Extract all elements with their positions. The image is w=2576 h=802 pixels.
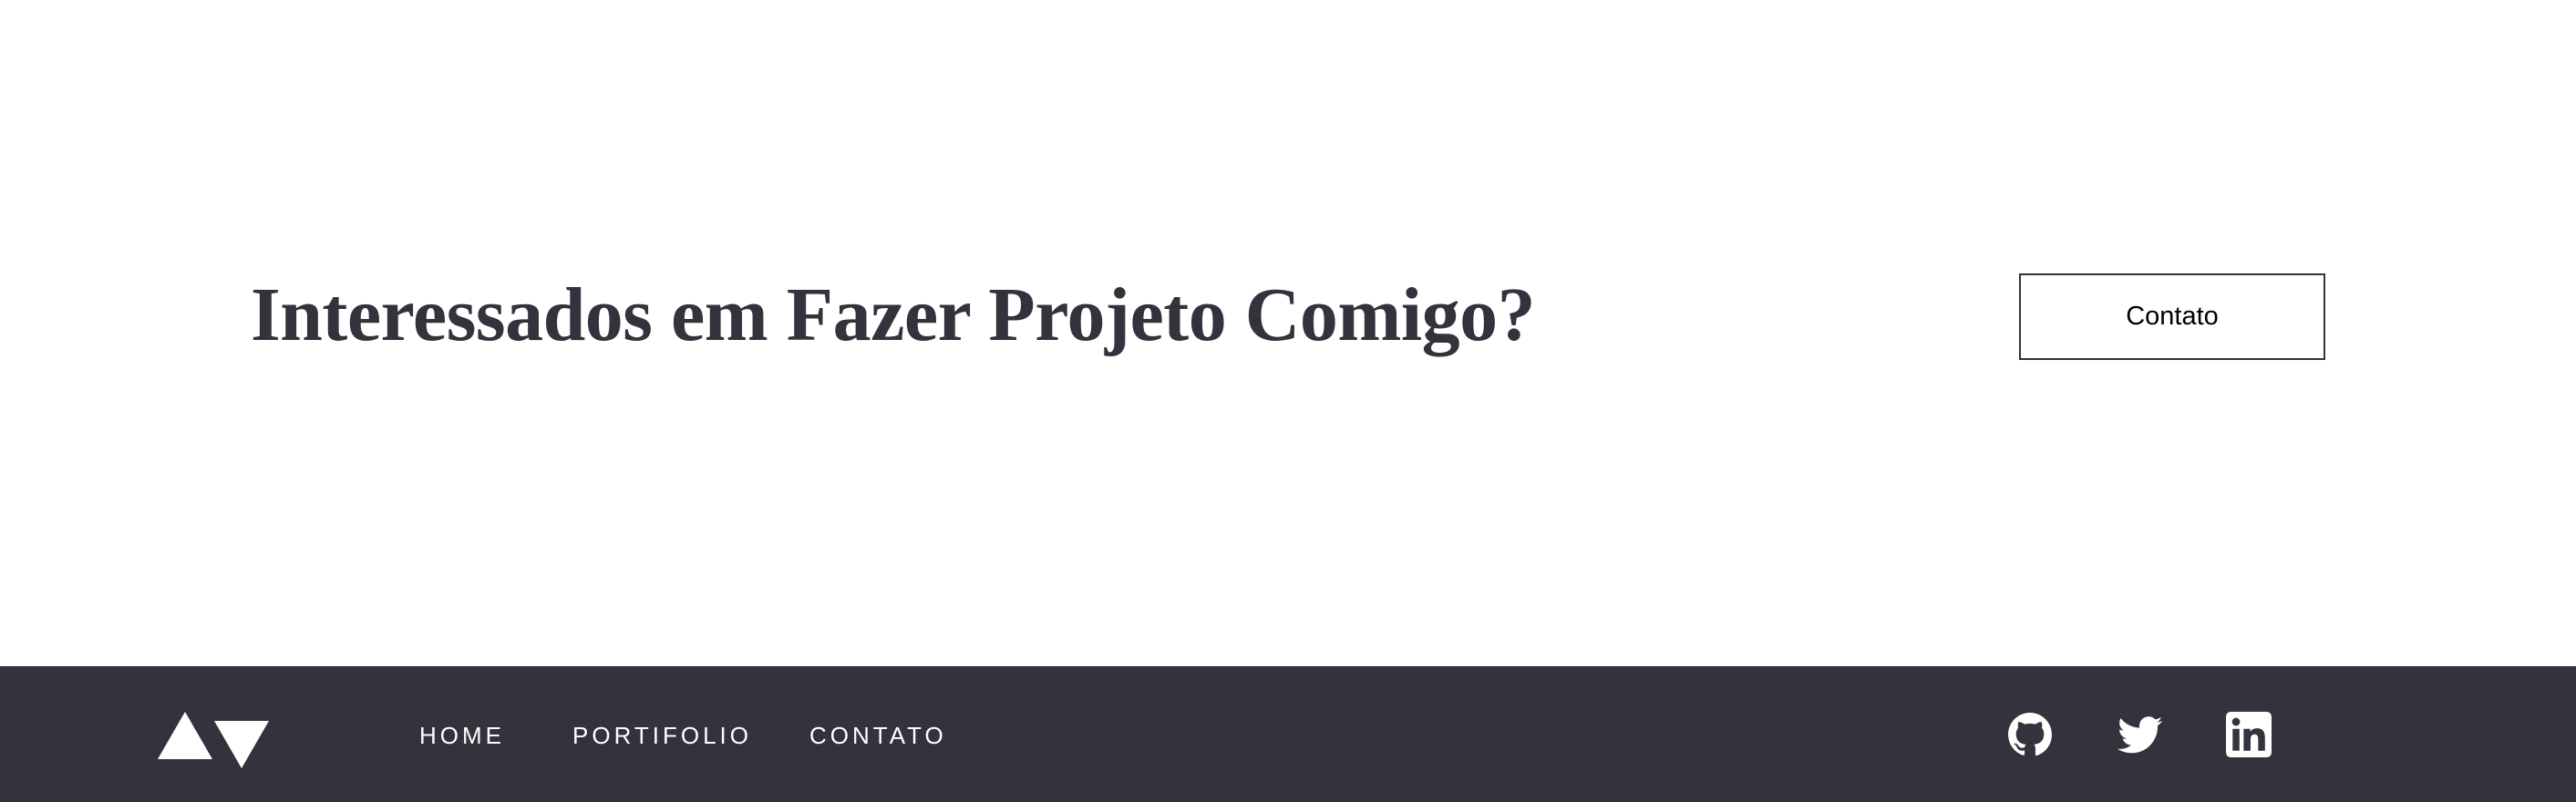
github-icon[interactable] (2007, 712, 2053, 757)
nav-link-home[interactable]: HOME (419, 720, 505, 751)
nav-link-portfolio[interactable]: PORTIFOLIO (572, 720, 752, 751)
contact-cta-section: Interessados em Fazer Projeto Comigo? Co… (0, 0, 2576, 666)
twitter-icon[interactable] (2117, 712, 2163, 757)
cta-heading: Interessados em Fazer Projeto Comigo? (251, 272, 1536, 357)
contact-button[interactable]: Contato (2019, 273, 2325, 360)
nav-link-contato[interactable]: CONTATO (809, 720, 947, 751)
linkedin-icon[interactable] (2226, 712, 2272, 757)
site-footer: HOME PORTIFOLIO CONTATO (0, 666, 2576, 802)
logo-icon[interactable] (158, 712, 269, 770)
